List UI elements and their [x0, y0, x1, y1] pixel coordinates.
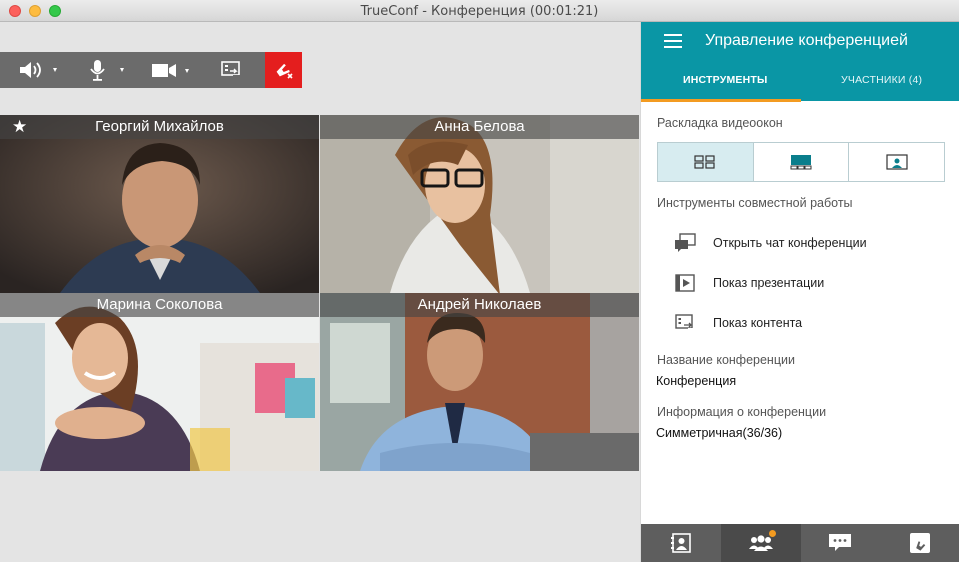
- microphone-icon: [90, 60, 124, 81]
- video-tile[interactable]: ★ Георгий Михайлов: [0, 115, 319, 293]
- camera-icon: [152, 64, 189, 77]
- video-area: ★ Георгий Михайлов Анна Белова Марина Со…: [0, 22, 640, 562]
- participant-video: [0, 115, 319, 293]
- conference-name-value: Конференция: [656, 374, 737, 388]
- layout-main-strip-icon: [790, 155, 812, 170]
- participant-video: [0, 293, 319, 471]
- content-share-label: Показ контента: [713, 316, 803, 330]
- participant-name: Анна Белова: [434, 118, 525, 135]
- tab-tools[interactable]: ИНСТРУМЕНТЫ: [683, 74, 768, 86]
- title-bar: TrueConf - Конференция (00:01:21): [0, 0, 959, 22]
- screen-share-icon: [221, 61, 241, 79]
- participant-name-label: Анна Белова: [320, 115, 639, 139]
- presentation-icon: [675, 274, 695, 292]
- panel-title: Управление конференцией: [705, 32, 908, 49]
- layout-single-icon: [886, 154, 908, 170]
- layout-single-button[interactable]: [849, 143, 945, 181]
- chat-bubble-icon: [829, 534, 852, 551]
- presentation-button[interactable]: Показ презентации: [674, 272, 824, 294]
- speaker-button[interactable]: [12, 52, 64, 88]
- screen-share-button[interactable]: [214, 52, 248, 88]
- open-chat-button[interactable]: Открыть чат конференции: [674, 232, 867, 254]
- layout-grid-button[interactable]: [658, 143, 754, 181]
- contacts-button[interactable]: [641, 524, 721, 562]
- hangup-button[interactable]: [265, 52, 302, 88]
- chat-panel-button[interactable]: [801, 524, 881, 562]
- video-tile[interactable]: Марина Соколова: [0, 293, 319, 471]
- window-title: TrueConf - Конференция (00:01:21): [360, 4, 599, 19]
- participant-name: Андрей Николаев: [417, 296, 542, 313]
- conference-info-label: Информация о конференции: [657, 405, 827, 419]
- participants-panel-button[interactable]: [720, 524, 801, 562]
- tab-participants[interactable]: УЧАСТНИКИ (4): [841, 74, 922, 86]
- participant-video: [320, 293, 639, 471]
- layout-grid-icon: [694, 155, 715, 169]
- call-toolbar: [0, 52, 302, 88]
- chat-icon: [675, 233, 696, 252]
- layout-main-strip-button[interactable]: [753, 143, 850, 181]
- content-share-button[interactable]: Показ контента: [674, 312, 802, 334]
- menu-icon[interactable]: [664, 34, 682, 48]
- call-icon: [910, 533, 931, 553]
- participant-name: Марина Соколова: [96, 296, 223, 313]
- presentation-label: Показ презентации: [713, 276, 825, 290]
- notification-badge: [768, 530, 776, 537]
- conference-name-label: Название конференции: [657, 353, 795, 367]
- participant-name-label: ★ Георгий Михайлов: [0, 115, 319, 139]
- star-icon: ★: [12, 117, 28, 136]
- panel-bottom-bar: [641, 524, 959, 562]
- panel-header: Управление конференцией ИНСТРУМЕНТЫ УЧАС…: [641, 22, 959, 102]
- video-tile[interactable]: Андрей Николаев: [320, 293, 639, 471]
- participant-name-label: Марина Соколова: [0, 293, 319, 317]
- contacts-icon: [670, 533, 691, 553]
- content-share-icon: [675, 314, 696, 333]
- call-button[interactable]: [880, 524, 959, 562]
- camera-button[interactable]: [146, 52, 198, 88]
- conference-control-panel: Управление конференцией ИНСТРУМЕНТЫ УЧАС…: [640, 22, 959, 562]
- hangup-icon: [276, 63, 293, 79]
- microphone-button[interactable]: [82, 52, 132, 88]
- conference-info-value: Симметричная(36/36): [656, 426, 783, 440]
- video-tile[interactable]: Анна Белова: [320, 115, 639, 293]
- open-chat-label: Открыть чат конференции: [713, 236, 867, 250]
- panel-tabs: ИНСТРУМЕНТЫ УЧАСТНИКИ (4): [641, 62, 959, 102]
- participant-name: Георгий Михайлов: [95, 118, 224, 135]
- speaker-icon: [20, 62, 57, 78]
- participant-video: [320, 115, 639, 293]
- layout-section-label: Раскладка видеоокон: [657, 116, 783, 130]
- layout-selector: [657, 142, 945, 182]
- tools-section-label: Инструменты совместной работы: [657, 196, 853, 210]
- participants-icon: [748, 535, 773, 551]
- active-tab-indicator: [641, 99, 801, 102]
- participant-name-label: Андрей Николаев: [320, 293, 639, 317]
